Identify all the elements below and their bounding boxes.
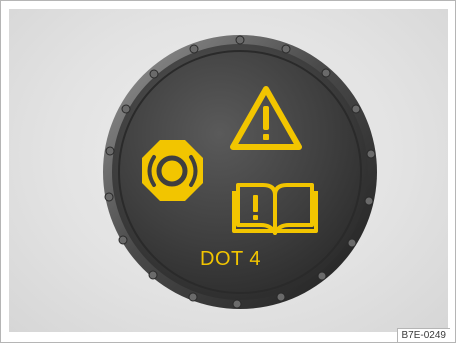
image-panel: DOT 4 xyxy=(9,9,448,332)
figure-code-label: B7E-0249 xyxy=(396,328,450,342)
brake-fluid-reservoir-cap: DOT 4 xyxy=(103,35,377,309)
fluid-spec-label: DOT 4 xyxy=(200,248,261,270)
brake-warning-icon xyxy=(142,140,203,201)
figure-frame: DOT 4 B7E-0249 xyxy=(0,0,456,343)
